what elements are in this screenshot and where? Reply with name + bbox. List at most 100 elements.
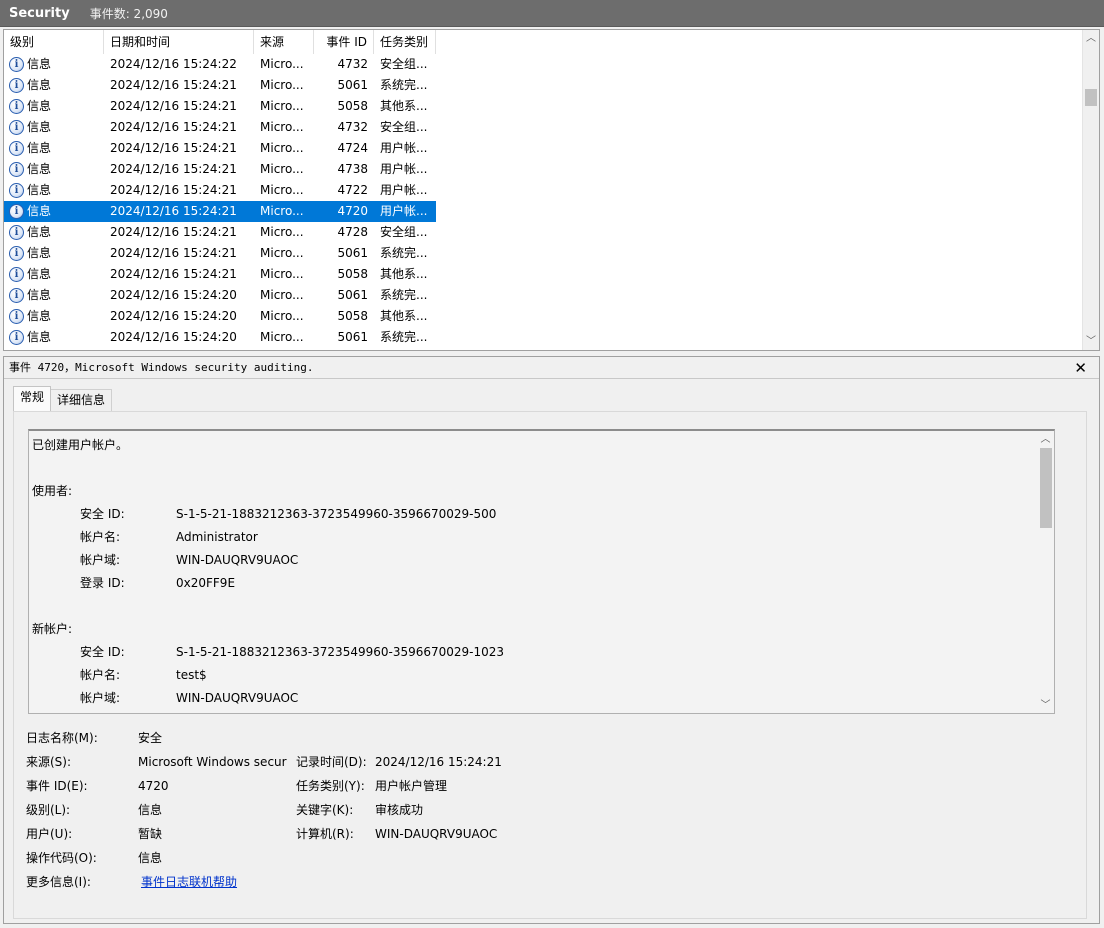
row-level: i 信息 <box>4 180 104 201</box>
event-id-value: 4720 <box>138 779 169 793</box>
row-level: i 信息 <box>4 138 104 159</box>
info-icon: i <box>9 78 24 93</box>
info-icon: i <box>9 204 24 219</box>
row-datetime: 2024/12/16 15:24:20 <box>110 330 237 344</box>
row-level-text: 信息 <box>27 120 52 134</box>
row-datetime: 2024/12/16 15:24:21 <box>110 267 237 281</box>
row-level-text: 信息 <box>27 204 52 218</box>
info-icon: i <box>9 162 24 177</box>
table-row[interactable]: i 信息 2024/12/16 15:24:21 Micro... 5061 系统完... <box>4 75 436 96</box>
row-level: i 信息 <box>4 327 104 348</box>
row-level-text: 信息 <box>27 57 52 71</box>
new-account-domain-label: 帐户域: <box>80 691 121 705</box>
user-value: 暂缺 <box>138 827 163 841</box>
table-row[interactable]: i 信息 2024/12/16 15:24:20 Micro... 5061 系统完... <box>4 327 436 348</box>
info-icon: i <box>9 330 24 345</box>
row-task-category: 安全组... <box>380 120 428 134</box>
row-datetime: 2024/12/16 15:24:22 <box>110 57 237 71</box>
subject-account-domain-value: WIN-DAUQRV9UAOC <box>176 553 299 567</box>
row-source: Micro... <box>260 120 304 134</box>
event-list-scrollbar[interactable]: ︿ ﹀ <box>1082 30 1099 350</box>
row-task-category: 安全组... <box>380 225 428 239</box>
row-source: Micro... <box>260 78 304 92</box>
row-level-text: 信息 <box>27 309 52 323</box>
online-help-link[interactable]: 事件日志联机帮助 <box>141 872 237 892</box>
new-account-name-value: test$ <box>176 668 207 682</box>
scroll-thumb[interactable] <box>1040 448 1052 528</box>
new-account-heading: 新帐户: <box>32 622 73 636</box>
row-datetime: 2024/12/16 15:24:21 <box>110 225 237 239</box>
row-datetime: 2024/12/16 15:24:21 <box>110 162 237 176</box>
row-level-text: 信息 <box>27 225 52 239</box>
table-row[interactable]: i 信息 2024/12/16 15:24:21 Micro... 4724 用户帐... <box>4 138 436 159</box>
new-account-name-label: 帐户名: <box>80 668 121 682</box>
subject-sid-value: S-1-5-21-1883212363-3723549960-359667002… <box>176 507 497 521</box>
row-task-category: 系统完... <box>380 78 428 92</box>
column-header-level[interactable]: 级别 <box>4 30 104 54</box>
column-header-event-id[interactable]: 事件 ID <box>314 30 374 54</box>
table-row[interactable]: i 信息 2024/12/16 15:24:20 Micro... 5058 其他系... <box>4 306 436 327</box>
scroll-down-icon[interactable]: ﹀ <box>1037 697 1054 713</box>
scroll-up-icon[interactable]: ︿ <box>1083 30 1099 47</box>
table-row[interactable]: i 信息 2024/12/16 15:24:21 Micro... 4738 用户帐... <box>4 159 436 180</box>
table-row[interactable]: i 信息 2024/12/16 15:24:21 Micro... 4728 安全组... <box>4 222 436 243</box>
new-account-sid-value: S-1-5-21-1883212363-3723549960-359667002… <box>176 645 505 659</box>
tab-details[interactable]: 详细信息 <box>50 389 113 411</box>
row-event-id: 4732 <box>337 57 368 71</box>
row-task-category: 用户帐... <box>380 204 428 218</box>
event-list[interactable]: 级别 日期和时间 来源 事件 ID 任务类别 i 信息 2024/12/16 15:… <box>3 29 1100 351</box>
row-event-id: 4724 <box>337 141 368 155</box>
table-row[interactable]: i 信息 2024/12/16 15:24:21 Micro... 5061 系统完... <box>4 243 436 264</box>
log-name: Security <box>9 5 70 21</box>
table-row[interactable]: i 信息 2024/12/16 15:24:21 Micro... 5058 其他系... <box>4 264 436 285</box>
table-row[interactable]: i 信息 2024/12/16 15:24:21 Micro... 4720 用户帐... <box>4 201 436 222</box>
column-header-source[interactable]: 来源 <box>254 30 314 54</box>
event-description-box[interactable]: 已创建用户帐户。 使用者: 安全 ID: S-1-5-21-1883212363-… <box>28 429 1055 714</box>
row-level: i 信息 <box>4 75 104 96</box>
table-row[interactable]: i 信息 2024/12/16 15:24:21 Micro... 4732 安全组... <box>4 117 436 138</box>
row-level: i 信息 <box>4 96 104 117</box>
column-header-datetime[interactable]: 日期和时间 <box>104 30 254 54</box>
opcode-value: 信息 <box>138 851 163 865</box>
tab-general[interactable]: 常规 <box>13 386 52 411</box>
subject-logon-id-label: 登录 ID: <box>80 576 125 590</box>
row-event-id: 4720 <box>337 204 368 218</box>
row-source: Micro... <box>260 330 304 344</box>
logged-label: 记录时间(D): <box>296 755 367 769</box>
row-task-category: 其他系... <box>380 309 428 323</box>
scroll-thumb[interactable] <box>1085 89 1097 106</box>
row-datetime: 2024/12/16 15:24:21 <box>110 246 237 260</box>
level-value: 信息 <box>138 803 163 817</box>
row-level-text: 信息 <box>27 267 52 281</box>
info-icon: i <box>9 141 24 156</box>
row-datetime: 2024/12/16 15:24:21 <box>110 141 237 155</box>
event-rows: i 信息 2024/12/16 15:24:22 Micro... 4732 安全组...… <box>4 54 436 348</box>
task-category-label: 任务类别(Y): <box>296 779 365 793</box>
row-level-text: 信息 <box>27 162 52 176</box>
info-icon: i <box>9 288 24 303</box>
event-id-label: 事件 ID(E): <box>26 779 88 793</box>
row-source: Micro... <box>260 267 304 281</box>
row-datetime: 2024/12/16 15:24:21 <box>110 99 237 113</box>
new-account-domain-value: WIN-DAUQRV9UAOC <box>176 691 299 705</box>
source-label: 来源(S): <box>26 755 72 769</box>
row-level: i 信息 <box>4 117 104 138</box>
row-source: Micro... <box>260 99 304 113</box>
table-row[interactable]: i 信息 2024/12/16 15:24:22 Micro... 4732 安全组... <box>4 54 436 75</box>
row-level: i 信息 <box>4 54 104 75</box>
table-row[interactable]: i 信息 2024/12/16 15:24:21 Micro... 4722 用户帐... <box>4 180 436 201</box>
row-source: Micro... <box>260 204 304 218</box>
close-icon[interactable]: ✕ <box>1074 357 1087 379</box>
row-task-category: 其他系... <box>380 267 428 281</box>
scroll-up-icon[interactable]: ︿ <box>1037 431 1054 448</box>
table-row[interactable]: i 信息 2024/12/16 15:24:21 Micro... 5058 其他系... <box>4 96 436 117</box>
row-datetime: 2024/12/16 15:24:21 <box>110 120 237 134</box>
column-header-task-category[interactable]: 任务类别 <box>374 30 436 54</box>
table-row[interactable]: i 信息 2024/12/16 15:24:20 Micro... 5061 系统完... <box>4 285 436 306</box>
scroll-down-icon[interactable]: ﹀ <box>1083 333 1099 350</box>
row-event-id: 5061 <box>337 246 368 260</box>
row-event-id: 4738 <box>337 162 368 176</box>
row-level: i 信息 <box>4 306 104 327</box>
description-scrollbar[interactable]: ︿ ﹀ <box>1037 431 1054 713</box>
row-source: Micro... <box>260 57 304 71</box>
